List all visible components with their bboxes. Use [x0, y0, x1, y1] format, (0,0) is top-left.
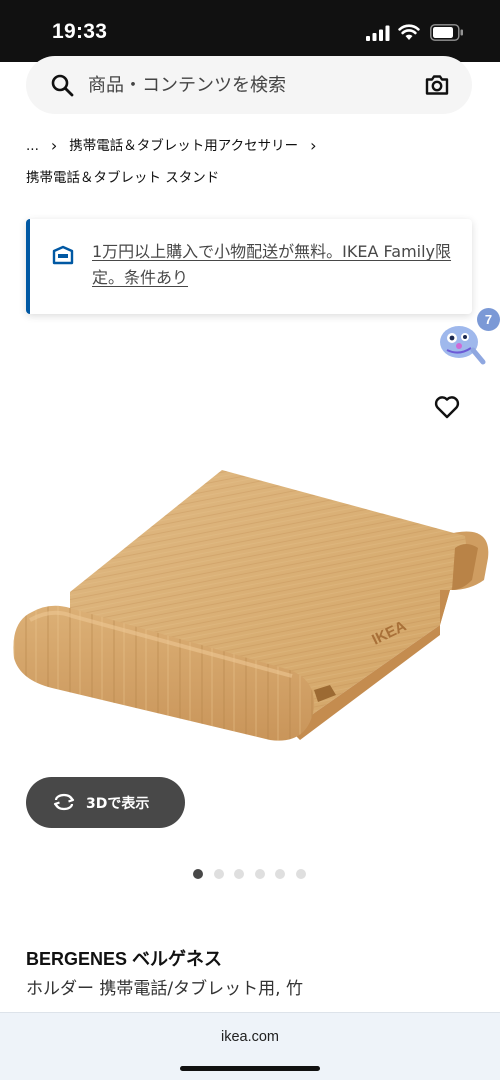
- status-time: 19:33: [52, 20, 108, 43]
- cellular-signal-icon: [366, 25, 390, 41]
- status-bar: 19:33: [0, 0, 500, 62]
- view-3d-button[interactable]: 3Dで表示: [26, 777, 185, 828]
- wifi-icon: [398, 24, 420, 40]
- breadcrumb-category-link[interactable]: 携帯電話＆タブレット用アクセサリー: [69, 130, 298, 162]
- promo-banner[interactable]: 1万円以上購入で小物配送が無料。IKEA Family限定。条件あり: [26, 219, 472, 314]
- product-image[interactable]: IKEA: [0, 440, 500, 770]
- home-indicator: [180, 1066, 320, 1071]
- search-icon[interactable]: [50, 73, 74, 97]
- gallery-dot[interactable]: [295, 869, 306, 879]
- heart-icon[interactable]: [432, 392, 462, 422]
- gallery-dot[interactable]: [213, 869, 224, 879]
- view-3d-label: 3Dで表示: [86, 796, 150, 812]
- browser-url[interactable]: ikea.com: [0, 1029, 500, 1045]
- gallery-dot[interactable]: [193, 869, 203, 879]
- search-input[interactable]: [88, 70, 388, 100]
- battery-icon: [430, 24, 463, 41]
- gallery-dot[interactable]: [234, 869, 244, 879]
- gallery-dot[interactable]: [275, 869, 285, 879]
- chevron-right-icon: ›: [50, 136, 58, 155]
- search-bar[interactable]: [26, 56, 472, 114]
- rotate-3d-icon: [53, 793, 75, 811]
- browser-address-bar[interactable]: ikea.com: [0, 1012, 500, 1080]
- chevron-right-icon: ›: [310, 136, 317, 155]
- breadcrumb: ... › 携帯電話＆タブレット用アクセサリー › 携帯電話＆タブレット スタン…: [26, 136, 486, 200]
- breadcrumb-current[interactable]: 携帯電話＆タブレット スタンド: [26, 162, 219, 194]
- camera-icon[interactable]: [424, 72, 450, 98]
- promo-banner-link[interactable]: 1万円以上購入で小物配送が無料。IKEA Family限定。条件あり: [92, 239, 452, 291]
- truck-icon: [52, 245, 74, 265]
- notification-badge: 7: [477, 308, 500, 331]
- gallery-dot[interactable]: [254, 869, 265, 879]
- product-description: ホルダー 携帯電話/タブレット用, 竹: [26, 979, 303, 999]
- breadcrumb-ellipsis[interactable]: ...: [26, 130, 39, 162]
- gallery-pagination: [193, 869, 306, 879]
- product-name: BERGENES ベルゲネス: [26, 949, 223, 969]
